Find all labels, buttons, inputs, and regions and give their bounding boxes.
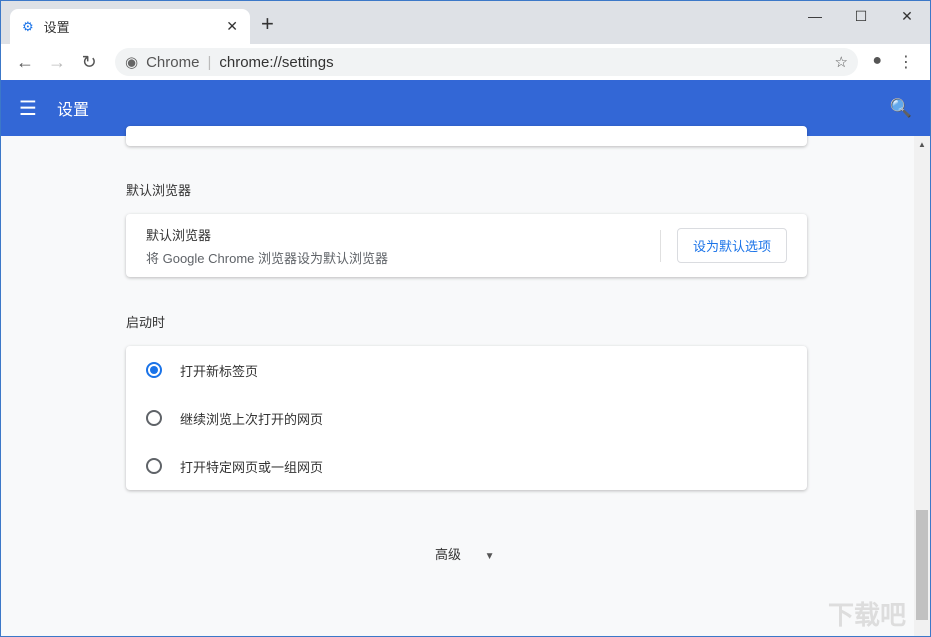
- radio-button[interactable]: [146, 410, 162, 426]
- section-title-default-browser: 默认浏览器: [126, 183, 192, 198]
- origin-label: Chrome: [146, 53, 200, 71]
- option-label: 打开特定网页或一组网页: [180, 459, 324, 475]
- tab-strip: ⚙ 设置 ✕ + — ☐ ✕: [1, 1, 930, 44]
- hamburger-menu-icon[interactable]: ☰: [19, 96, 37, 121]
- chrome-icon: ◉: [125, 54, 139, 71]
- url-text: chrome://settings: [219, 53, 334, 71]
- toolbar: ← → ↻ ◉ Chrome | chrome://settings ☆ ● ⋮: [1, 44, 930, 80]
- bookmark-star-icon[interactable]: ☆: [835, 53, 848, 71]
- option-label: 打开新标签页: [180, 363, 259, 379]
- default-browser-desc: 将 Google Chrome 浏览器设为默认浏览器: [146, 250, 388, 266]
- set-default-button[interactable]: 设为默认选项: [676, 228, 787, 263]
- maximize-button[interactable]: ☐: [838, 1, 884, 31]
- default-browser-card: 默认浏览器 将 Google Chrome 浏览器设为默认浏览器 设为默认选项: [126, 214, 807, 277]
- advanced-label: 高级: [435, 547, 462, 562]
- minimize-button[interactable]: —: [792, 1, 838, 31]
- default-browser-title: 默认浏览器: [146, 227, 212, 243]
- previous-card: [126, 126, 807, 146]
- back-button[interactable]: ←: [9, 52, 41, 73]
- search-icon[interactable]: 🔍: [890, 98, 912, 119]
- scrollbar[interactable]: ▲: [914, 136, 930, 636]
- dropdown-arrow-icon: ▼: [484, 551, 495, 562]
- watermark-logo: 下载吧: [827, 600, 906, 630]
- profile-icon[interactable]: ●: [872, 52, 882, 72]
- reload-button[interactable]: ↻: [73, 52, 105, 73]
- tab-title: 设置: [43, 20, 70, 35]
- close-tab-icon[interactable]: ✕: [226, 18, 238, 35]
- startup-option-continue[interactable]: 继续浏览上次打开的网页: [126, 394, 807, 442]
- forward-button[interactable]: →: [41, 52, 73, 73]
- radio-button[interactable]: [146, 458, 162, 474]
- startup-option-new-tab[interactable]: 打开新标签页: [126, 346, 807, 394]
- more-menu-icon[interactable]: ⋮: [898, 52, 914, 72]
- radio-button[interactable]: [146, 362, 162, 378]
- scrollbar-thumb[interactable]: [916, 510, 928, 620]
- option-label: 继续浏览上次打开的网页: [180, 411, 324, 427]
- tab-settings[interactable]: ⚙ 设置 ✕: [10, 9, 250, 44]
- page-title: 设置: [56, 102, 89, 119]
- startup-card: 打开新标签页 继续浏览上次打开的网页 打开特定网页或一组网页: [126, 346, 807, 490]
- startup-option-specific-pages[interactable]: 打开特定网页或一组网页: [126, 442, 807, 490]
- advanced-toggle[interactable]: 高级 ▼: [435, 544, 495, 563]
- gear-icon: ⚙: [22, 18, 34, 34]
- section-title-startup: 启动时: [126, 315, 166, 330]
- new-tab-button[interactable]: +: [261, 11, 274, 37]
- close-window-button[interactable]: ✕: [884, 1, 930, 31]
- address-bar[interactable]: ◉ Chrome | chrome://settings ☆: [115, 48, 858, 76]
